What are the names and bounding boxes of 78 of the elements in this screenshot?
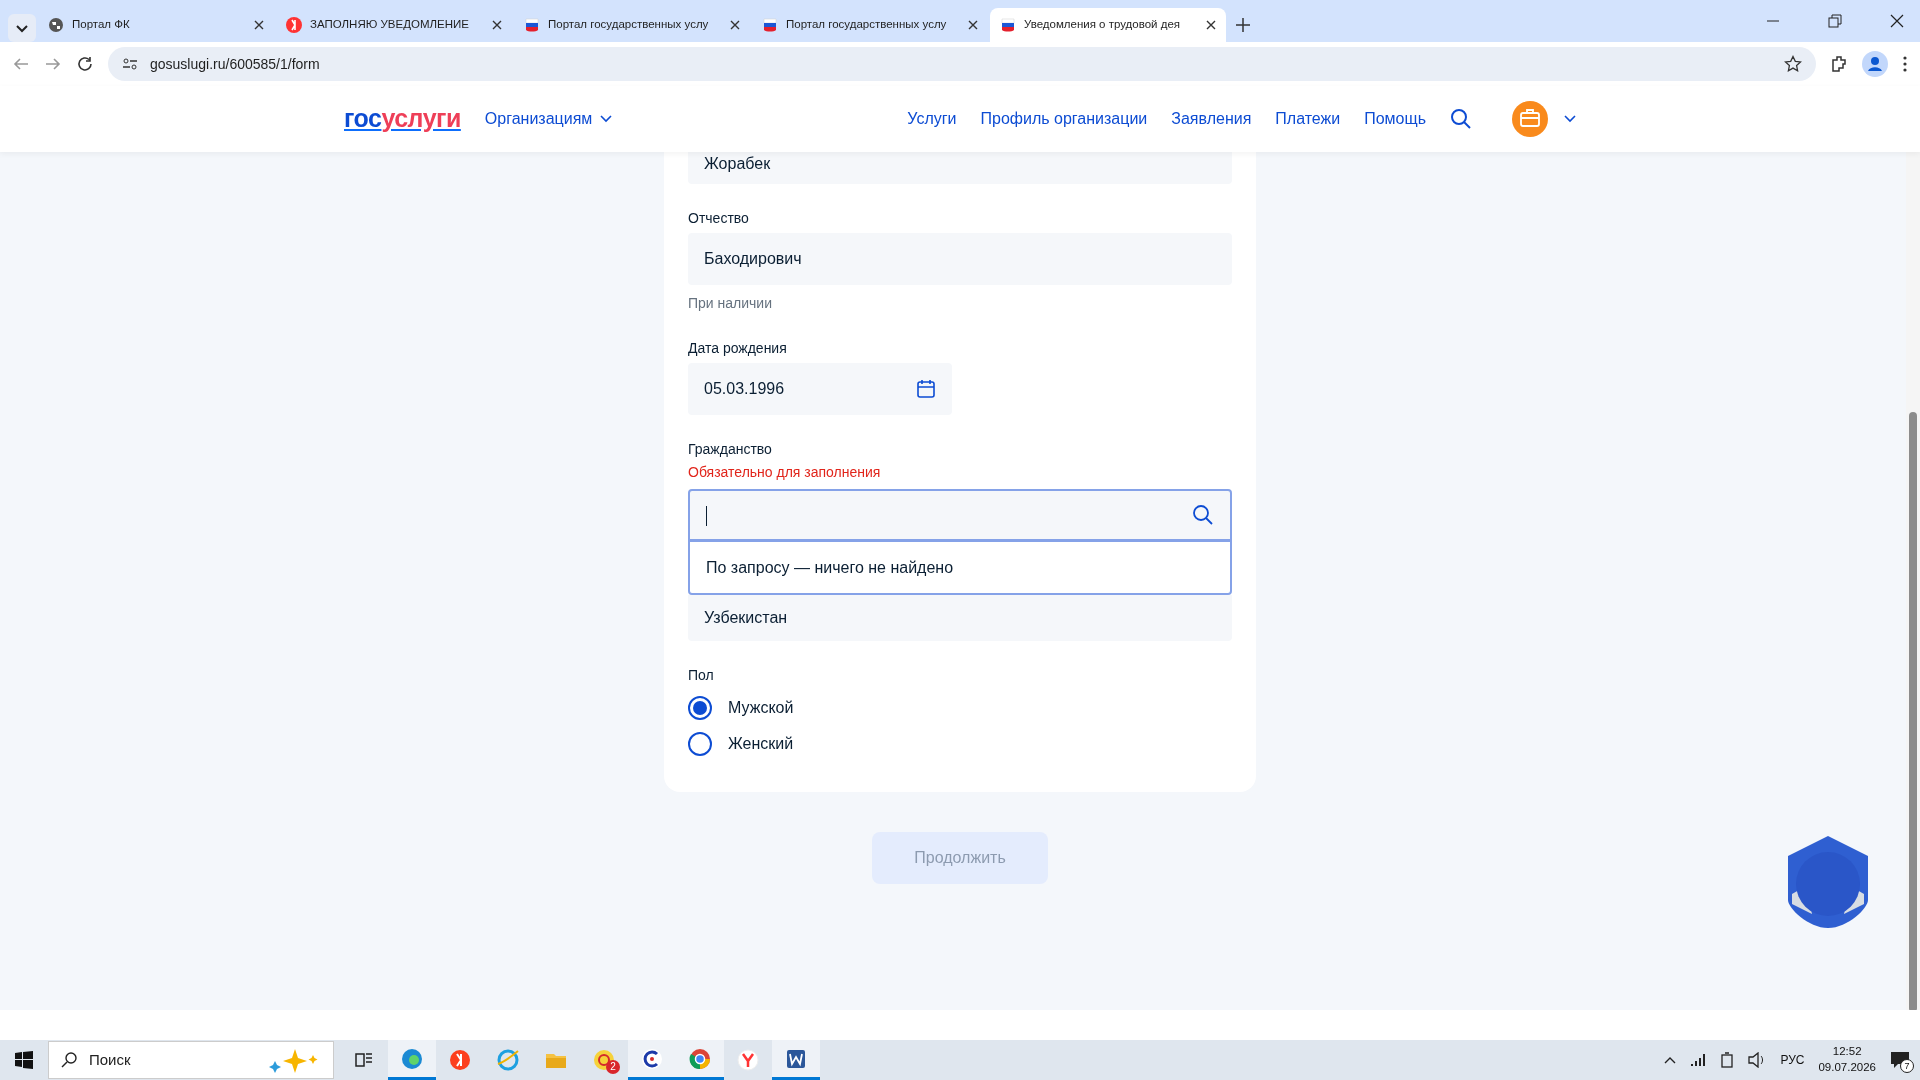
search-icon — [61, 1052, 77, 1068]
browser-tab[interactable]: Портал государственных услу — [752, 8, 988, 42]
profile-icon[interactable] — [1862, 51, 1888, 77]
chevron-down-icon[interactable] — [1564, 115, 1576, 123]
notification-count: 7 — [1900, 1059, 1914, 1074]
search-field[interactable] — [688, 489, 1232, 541]
taskbar-app[interactable] — [772, 1040, 820, 1080]
browser-icon — [497, 1049, 519, 1071]
flag-icon — [524, 17, 540, 33]
taskbar-app[interactable]: 2 — [580, 1040, 628, 1080]
field-label: Гражданство — [688, 440, 773, 459]
address-bar[interactable]: gosuslugi.ru/600585/1/form — [108, 47, 1816, 81]
scrollbar-thumb[interactable] — [1909, 412, 1917, 1010]
browser-tab[interactable]: Портал государственных услу — [514, 8, 750, 42]
browser-tab[interactable]: Портал ФК — [38, 8, 274, 42]
close-icon[interactable] — [1890, 14, 1904, 28]
yandex-icon — [286, 17, 302, 33]
nav-link[interactable]: Услуги — [907, 107, 957, 131]
radio-label: Мужской — [728, 698, 794, 718]
close-icon[interactable] — [254, 20, 264, 30]
nav-link[interactable]: Помощь — [1364, 107, 1426, 131]
radio-button[interactable] — [688, 696, 712, 720]
organizations-menu[interactable]: Организациям — [484, 107, 613, 131]
search-icon[interactable] — [1192, 504, 1214, 526]
taskbar-app[interactable] — [676, 1040, 724, 1080]
text-field[interactable]: Баходирович — [688, 233, 1232, 285]
tab-list-icon[interactable] — [8, 14, 36, 42]
browser-tab[interactable]: Уведомления о трудовой дея — [990, 8, 1226, 42]
language-indicator[interactable]: РУС — [1780, 1051, 1805, 1069]
radio-button[interactable] — [688, 732, 712, 756]
taskbar-app[interactable] — [628, 1040, 676, 1080]
notifications-button[interactable]: 7 — [1890, 1050, 1910, 1070]
taskbar-app[interactable] — [388, 1040, 436, 1080]
error-message: Обязательно для заполнения — [688, 463, 882, 482]
flag-icon — [762, 17, 778, 33]
close-icon[interactable] — [730, 20, 740, 30]
search-icon[interactable] — [1450, 108, 1472, 130]
network-icon[interactable] — [1690, 1053, 1707, 1067]
chevron-up-icon[interactable] — [1664, 1056, 1677, 1064]
text-cursor — [706, 505, 707, 526]
extensions-icon[interactable] — [1830, 55, 1848, 73]
radio-label: Женский — [728, 734, 794, 754]
star-icon[interactable] — [1784, 55, 1802, 73]
globe-icon — [48, 17, 64, 33]
battery-icon[interactable] — [1720, 1052, 1735, 1068]
browser-icon — [737, 1049, 759, 1071]
close-icon[interactable] — [1206, 20, 1216, 30]
nav-link[interactable]: Заявления — [1171, 107, 1252, 131]
word-icon — [785, 1047, 807, 1070]
nav-link[interactable]: Платежи — [1275, 107, 1341, 131]
restore-icon[interactable] — [1828, 14, 1842, 28]
date-field[interactable]: 05.03.1996 — [688, 363, 952, 415]
taskbar-search[interactable]: Поиск — [48, 1041, 334, 1079]
close-icon[interactable] — [968, 20, 978, 30]
close-icon[interactable] — [492, 20, 502, 30]
dropdown-message: По запросу — ничего не найдено — [688, 541, 1232, 595]
clock[interactable]: 12:52 09.07.2026 — [1818, 1044, 1876, 1076]
site-settings-icon[interactable] — [122, 56, 138, 72]
text-field[interactable]: Жорабек — [688, 152, 1232, 184]
field-label: Пол — [688, 666, 715, 685]
url-text: gosuslugi.ru/600585/1/form — [150, 54, 321, 74]
reload-icon[interactable] — [76, 55, 94, 73]
browser-tab[interactable]: ЗАПОЛНЯЮ УВЕДОМЛЕНИЕ — [276, 8, 512, 42]
field-label: Дата рождения — [688, 339, 788, 358]
calendar-icon[interactable] — [916, 379, 936, 399]
count-badge: 2 — [606, 1060, 620, 1074]
yandex-icon — [449, 1049, 471, 1071]
nav-link[interactable]: Профиль организации — [980, 107, 1148, 131]
logo[interactable]: госуслуги — [344, 100, 461, 138]
windows-icon[interactable] — [15, 1051, 33, 1069]
chrome-icon — [689, 1047, 711, 1070]
c-letter-icon — [641, 1047, 663, 1070]
more-icon[interactable] — [1902, 55, 1908, 73]
field-label: Отчество — [688, 209, 750, 228]
selected-value: Узбекистан — [688, 595, 1232, 641]
flag-icon — [1000, 17, 1016, 33]
field-hint: При наличии — [688, 294, 773, 313]
chevron-down-icon — [600, 115, 613, 123]
